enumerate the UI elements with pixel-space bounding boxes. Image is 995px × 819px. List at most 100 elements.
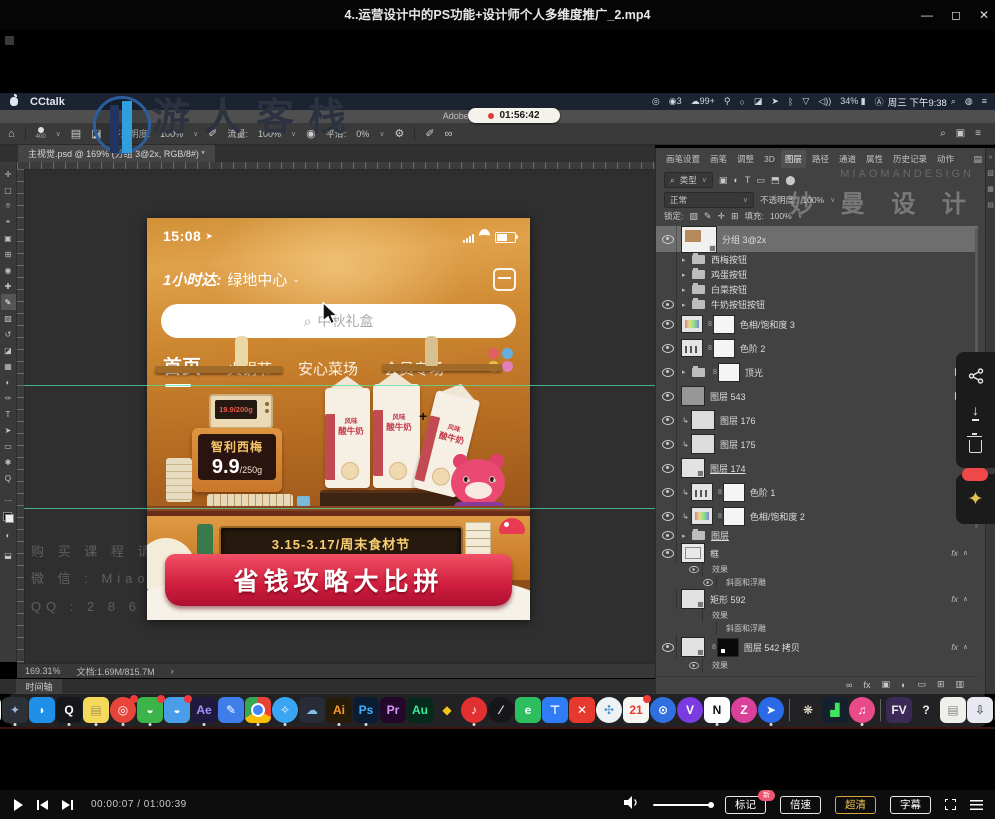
menubar-status-icon[interactable]: ○ [739, 97, 744, 107]
layer-visibility-toggle[interactable] [660, 312, 677, 336]
dock-icon-music-red[interactable]: ♪ [461, 697, 487, 723]
dock-icon-wechat[interactable]: ◒ [137, 697, 163, 723]
player-button-字幕[interactable]: 字幕 [890, 796, 931, 814]
layer-effect-row[interactable]: 斜面和浮雕 [656, 622, 978, 635]
tool-3[interactable]: ⌖ [1, 214, 16, 230]
pressure-size-icon[interactable]: ✐ [425, 127, 434, 140]
tool-6[interactable]: ◉ [1, 262, 16, 278]
layers-bottom-icon-5[interactable]: ⊞ [937, 679, 945, 690]
menubar-status-icon[interactable]: ◎ [652, 96, 660, 107]
panel-tab-路径[interactable]: 路径 [808, 150, 833, 168]
layer-visibility-toggle[interactable] [660, 543, 677, 563]
dock-icon-doc-converter[interactable]: ▤ [940, 697, 966, 723]
tool-10[interactable]: ↺ [1, 326, 16, 342]
panel-tab-画笔[interactable]: 画笔 [706, 150, 731, 168]
panel-tab-通道[interactable]: 通道 [835, 150, 860, 168]
dock-icon-pen-app[interactable]: ✎ [218, 697, 244, 723]
trash-icon[interactable] [969, 440, 982, 453]
layer-row[interactable]: ▸白菜按钮 [656, 282, 978, 297]
menubar-clock[interactable]: 周三 下午9:38 [888, 95, 947, 109]
tool-18[interactable]: ✱ [1, 454, 16, 470]
maximize-icon[interactable]: ◻ [951, 7, 961, 23]
toolbar-more-icon[interactable]: ⋯ [1, 492, 16, 508]
layers-bottom-icon-3[interactable]: ◐ [901, 680, 906, 690]
player-button-标记[interactable]: 标记新 [725, 796, 766, 814]
layer-visibility-toggle[interactable] [660, 384, 677, 408]
location-name[interactable]: 绿地中心 [227, 269, 287, 290]
filter-toggle-icon[interactable]: ⬤ [785, 175, 795, 186]
layer-visibility-toggle[interactable] [660, 282, 677, 297]
dock-icon-x-app[interactable]: ✕ [569, 697, 595, 723]
layer-row[interactable]: ↳图层 175 [656, 432, 978, 456]
layer-visibility-toggle[interactable] [660, 408, 677, 432]
tool-8[interactable]: ✎ [1, 294, 16, 310]
menubar-status-icon[interactable]: ◉3 [669, 96, 682, 107]
panel-tab-属性[interactable]: 属性 [862, 150, 887, 168]
scan-icon[interactable] [493, 268, 516, 291]
home-icon[interactable]: ⌂ [8, 128, 15, 140]
brush-panel-icon[interactable]: ▤ [71, 127, 81, 140]
expand-icon[interactable]: ▸ [682, 256, 692, 264]
layer-effect-row[interactable]: 效果 [656, 609, 978, 622]
playlist-icon[interactable] [970, 800, 983, 810]
brush-preset-picker[interactable]: 400 [36, 127, 46, 140]
menubar-status-icon[interactable]: Ⓐ [875, 95, 884, 108]
tool-12[interactable]: ▦ [1, 358, 16, 374]
tool-11[interactable]: ◪ [1, 342, 16, 358]
panel-tab-动作[interactable]: 动作 [933, 150, 958, 168]
dock-icon-compass-browser[interactable]: ✦ [2, 697, 28, 723]
tool-9[interactable]: ▨ [1, 310, 16, 326]
tool-13[interactable]: ◐ [1, 374, 16, 390]
dock-icon-qq[interactable]: Q [56, 697, 82, 723]
dock-icon-pinwheel-app[interactable]: ✣ [596, 697, 622, 723]
next-button[interactable] [62, 800, 73, 810]
effect-visibility-toggle[interactable] [686, 659, 703, 672]
apple-logo-icon[interactable] [10, 97, 18, 106]
filter-smart-icon[interactable]: ⬒ [771, 175, 780, 186]
layer-row[interactable]: 8图层 542 拷贝fx∧ [656, 635, 978, 659]
expand-icon[interactable]: ▸ [682, 271, 692, 279]
layer-row[interactable]: 分组 3@2x [656, 226, 978, 252]
expand-icon[interactable]: ▸ [682, 532, 692, 540]
tool-16[interactable]: ➤ [1, 422, 16, 438]
layer-row[interactable]: 8色阶 2 [656, 336, 978, 360]
layer-filter-select[interactable]: ⌕ 类型 ∨ [664, 172, 713, 188]
dock-icon-cursor-app[interactable]: ➤ [758, 697, 784, 723]
ps-canvas[interactable]: 购 买 课 程 请 加微 信 : MiaoManDeQQ : 2 8 6 4 0… [17, 162, 655, 663]
dock-icon-magic-wand-tool[interactable]: ❋ [795, 697, 821, 723]
dock-icon-chrome[interactable] [245, 697, 271, 723]
dock-icon-after-effects[interactable]: Ae [191, 697, 217, 723]
tool-7[interactable]: ✚ [1, 278, 16, 294]
timeline-tab[interactable]: 时间轴 [16, 679, 62, 694]
dock-icon-spotlight-app[interactable]: ⊙ [650, 697, 676, 723]
layer-row[interactable]: ▸鸡蛋按钮 [656, 267, 978, 282]
mini-panel-icon[interactable]: ▧ [987, 169, 994, 177]
quickmask-icon[interactable]: ◐ [1, 527, 16, 543]
dock-icon-v-app[interactable]: V [677, 697, 703, 723]
tool-1[interactable]: ▢ [1, 182, 16, 198]
mini-panel-icon[interactable]: ▦ [987, 185, 994, 193]
minimize-icon[interactable]: — [921, 7, 933, 23]
volume-icon[interactable] [624, 796, 639, 814]
layer-effect-row[interactable]: 效果 [656, 563, 978, 576]
layers-bottom-icon-1[interactable]: fx [863, 680, 870, 690]
zoom-level[interactable]: 169.31% [25, 666, 61, 676]
blend-mode-select[interactable]: 正常 ∨ [664, 192, 754, 208]
layer-row[interactable]: ▸图层 [656, 528, 978, 543]
dock-icon-blue-app[interactable]: ◗ [29, 697, 55, 723]
smoothing-gear-icon[interactable]: ⚙ [394, 127, 404, 140]
collapse-panels-icon[interactable]: » [989, 154, 993, 161]
menubar-status-icon[interactable]: ⚲ [724, 96, 731, 107]
panel-tab-3D[interactable]: 3D [760, 151, 779, 167]
layers-bottom-icon-0[interactable]: ∞ [846, 680, 852, 690]
panel-tab-调整[interactable]: 调整 [733, 150, 758, 168]
mini-panel-icon[interactable]: ▤ [987, 201, 994, 209]
dock-icon-sketch[interactable]: ◆ [434, 697, 460, 723]
layer-effect-row[interactable]: 斜面和浮雕 [656, 576, 978, 589]
menubar-status-icon[interactable]: ◪ [754, 96, 763, 107]
star-pin-icon[interactable]: ✦ [968, 488, 984, 511]
fx-collapse-icon[interactable]: ∧ [963, 595, 968, 603]
menubar-app-name[interactable]: CCtalk [30, 96, 65, 108]
panel-opacity-value[interactable]: 100% [802, 195, 824, 205]
layer-visibility-toggle[interactable] [660, 504, 677, 528]
